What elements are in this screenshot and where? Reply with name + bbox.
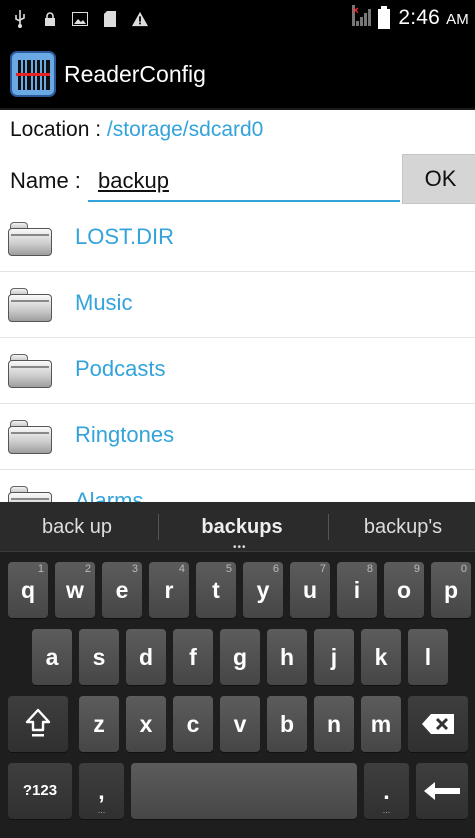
folder-label: Alarms bbox=[75, 488, 144, 502]
key-x[interactable]: x bbox=[126, 696, 166, 752]
key-n[interactable]: n bbox=[314, 696, 354, 752]
key-k[interactable]: k bbox=[361, 629, 401, 685]
suggestion-right[interactable]: backup's bbox=[338, 516, 468, 539]
folder-icon bbox=[8, 354, 52, 388]
key-a[interactable]: a bbox=[32, 629, 72, 685]
key-l[interactable]: l bbox=[408, 629, 448, 685]
key-m[interactable]: m bbox=[361, 696, 401, 752]
key-f[interactable]: f bbox=[173, 629, 213, 685]
image-icon bbox=[72, 10, 88, 28]
enter-icon bbox=[424, 782, 460, 800]
key-v[interactable]: v bbox=[220, 696, 260, 752]
location-path: /storage/sdcard0 bbox=[106, 118, 264, 141]
location-row: Location : /storage/sdcard0 bbox=[10, 118, 263, 142]
suggestion-divider bbox=[328, 514, 329, 540]
key-o[interactable]: o9 bbox=[384, 562, 424, 618]
name-input[interactable] bbox=[88, 162, 400, 202]
folder-label: LOST.DIR bbox=[75, 224, 175, 249]
comma-key[interactable]: ,... bbox=[79, 763, 124, 819]
key-d[interactable]: d bbox=[126, 629, 166, 685]
key-p[interactable]: p0 bbox=[431, 562, 471, 618]
key-q[interactable]: q1 bbox=[8, 562, 48, 618]
action-bar: ReaderConfig bbox=[0, 38, 475, 110]
soft-keyboard: back up backups ••• backup's q1 w2 e3 r4… bbox=[0, 502, 475, 838]
list-item[interactable]: Podcasts bbox=[0, 338, 475, 404]
key-z[interactable]: z bbox=[79, 696, 119, 752]
file-browser: Location : /storage/sdcard0 Name : OK LO… bbox=[0, 110, 475, 502]
period-key[interactable]: .... bbox=[364, 763, 409, 819]
more-suggestions-icon: ••• bbox=[233, 542, 247, 553]
key-c[interactable]: c bbox=[173, 696, 213, 752]
key-h[interactable]: h bbox=[267, 629, 307, 685]
key-s[interactable]: s bbox=[79, 629, 119, 685]
sd-card-icon bbox=[102, 10, 118, 28]
suggestion-center[interactable]: backups bbox=[172, 516, 312, 539]
suggestion-divider bbox=[158, 514, 159, 540]
key-y[interactable]: y6 bbox=[243, 562, 283, 618]
space-key[interactable] bbox=[131, 763, 357, 819]
folder-label: Music bbox=[75, 290, 133, 315]
list-item[interactable]: Alarms bbox=[0, 470, 475, 502]
ok-button[interactable]: OK bbox=[402, 154, 475, 204]
folder-list: LOST.DIR Music Podcasts Ringtones Alarms bbox=[0, 206, 475, 502]
lock-icon bbox=[42, 10, 58, 28]
folder-icon bbox=[8, 222, 52, 256]
usb-icon bbox=[12, 10, 28, 28]
app-title: ReaderConfig bbox=[64, 61, 206, 87]
warning-icon bbox=[132, 10, 148, 28]
key-e[interactable]: e3 bbox=[102, 562, 142, 618]
symbols-key[interactable]: ?123 bbox=[8, 763, 72, 819]
enter-key[interactable] bbox=[416, 763, 468, 819]
location-label: Location : bbox=[10, 118, 102, 141]
backspace-icon bbox=[422, 714, 454, 734]
folder-icon bbox=[8, 486, 52, 502]
name-row: Name : OK bbox=[10, 154, 475, 204]
shift-icon bbox=[25, 708, 51, 737]
status-bar: × 2:46 AM bbox=[0, 0, 475, 38]
key-t[interactable]: t5 bbox=[196, 562, 236, 618]
suggestion-strip: back up backups ••• backup's bbox=[0, 502, 475, 553]
list-item[interactable]: LOST.DIR bbox=[0, 206, 475, 272]
backspace-key[interactable] bbox=[408, 696, 468, 752]
key-u[interactable]: u7 bbox=[290, 562, 330, 618]
list-item[interactable]: Music bbox=[0, 272, 475, 338]
shift-key[interactable] bbox=[8, 696, 68, 752]
key-j[interactable]: j bbox=[314, 629, 354, 685]
key-options-hint: ... bbox=[382, 805, 391, 815]
barcode-reader-icon[interactable] bbox=[10, 51, 56, 97]
key-r[interactable]: r4 bbox=[149, 562, 189, 618]
clock: 2:46 AM bbox=[398, 6, 469, 29]
folder-label: Ringtones bbox=[75, 422, 175, 447]
folder-icon bbox=[8, 288, 52, 322]
folder-icon bbox=[8, 420, 52, 454]
key-g[interactable]: g bbox=[220, 629, 260, 685]
list-item[interactable]: Ringtones bbox=[0, 404, 475, 470]
suggestion-left[interactable]: back up bbox=[12, 516, 142, 539]
key-i[interactable]: i8 bbox=[337, 562, 377, 618]
key-b[interactable]: b bbox=[267, 696, 307, 752]
battery-icon bbox=[378, 6, 391, 29]
folder-label: Podcasts bbox=[75, 356, 166, 381]
signal-icon: × bbox=[352, 5, 372, 28]
name-label: Name : bbox=[10, 168, 81, 193]
key-w[interactable]: w2 bbox=[55, 562, 95, 618]
key-options-hint: ... bbox=[97, 805, 106, 815]
